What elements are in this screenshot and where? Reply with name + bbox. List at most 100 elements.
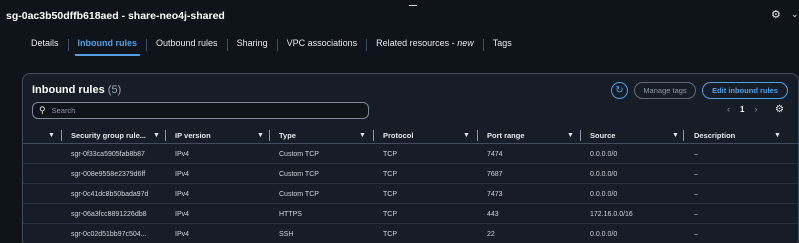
sort-icon[interactable]: ▼ bbox=[257, 132, 264, 139]
column-label: Port range bbox=[487, 130, 525, 140]
port-range-cell: 7687 bbox=[487, 170, 503, 178]
sort-icon[interactable]: ▼ bbox=[672, 132, 679, 139]
search-input[interactable] bbox=[51, 106, 352, 115]
column-divider[interactable] bbox=[580, 130, 581, 141]
gear-icon[interactable]: ⚙ bbox=[771, 10, 781, 21]
description-cell: – bbox=[694, 210, 698, 218]
sort-icon[interactable]: ▼ bbox=[463, 132, 470, 139]
ip-version-cell: IPv4 bbox=[175, 150, 190, 158]
description-cell: – bbox=[694, 170, 698, 178]
column-label: Type bbox=[279, 130, 296, 140]
tab-label: Details bbox=[31, 38, 59, 48]
column-header-rule-id[interactable]: Security group rule... ▼ bbox=[71, 126, 161, 144]
type-cell: SSH bbox=[279, 230, 294, 238]
port-range-cell: 7473 bbox=[487, 190, 503, 198]
rule-id-cell[interactable]: sgr-0f33ca5905fab8b87 bbox=[71, 144, 145, 164]
tab-label: Related resources - bbox=[376, 38, 455, 48]
column-divider[interactable] bbox=[477, 130, 478, 141]
table-row[interactable]: sgr-0f33ca5905fab8b87 IPv4 Custom TCP TC… bbox=[23, 144, 799, 164]
type-cell: Custom TCP bbox=[279, 190, 319, 198]
port-range-cell: 443 bbox=[487, 210, 499, 218]
chevron-down-icon[interactable]: ⌄ bbox=[791, 10, 799, 19]
page-title: sg-0ac3b50dffb618aed - share-neo4j-share… bbox=[6, 10, 225, 22]
rule-id-cell[interactable]: sgr-0c41dc8b50bada97d bbox=[71, 184, 148, 204]
column-divider[interactable] bbox=[683, 130, 684, 141]
gear-icon[interactable]: ⚙ bbox=[775, 104, 784, 115]
column-label: Protocol bbox=[383, 130, 414, 140]
next-page-icon[interactable]: › bbox=[754, 104, 757, 114]
protocol-cell: TCP bbox=[383, 230, 397, 238]
column-label: Security group rule... bbox=[71, 130, 147, 140]
tab-label: VPC associations bbox=[286, 38, 358, 48]
type-cell: Custom TCP bbox=[279, 170, 319, 178]
page-header: sg-0ac3b50dffb618aed - share-neo4j-share… bbox=[0, 0, 799, 32]
tab-vpc-associations[interactable]: VPC associations bbox=[278, 34, 367, 56]
source-cell: 0.0.0.0/0 bbox=[590, 230, 618, 238]
column-header-ip-version[interactable]: IP version ▼ bbox=[175, 126, 267, 144]
description-cell: – bbox=[694, 150, 698, 158]
tab-label: Inbound rules bbox=[77, 38, 138, 48]
sort-icon[interactable]: ▼ bbox=[567, 132, 574, 139]
tab-sharing[interactable]: Sharing bbox=[228, 34, 277, 56]
tab-label: Outbound rules bbox=[156, 38, 218, 48]
description-cell: – bbox=[694, 230, 698, 238]
column-label: Source bbox=[590, 130, 616, 140]
column-header-source[interactable]: Source ▼ bbox=[590, 126, 686, 144]
column-header-description[interactable]: Description ▼ bbox=[694, 126, 789, 144]
sort-icon[interactable]: ▼ bbox=[359, 132, 366, 139]
source-cell: 0.0.0.0/0 bbox=[590, 190, 618, 198]
port-range-cell: 7474 bbox=[487, 150, 503, 158]
rule-count: (5) bbox=[107, 84, 122, 96]
rule-id-cell[interactable]: sgr-06a3fcc8891226db8 bbox=[71, 204, 147, 224]
ip-version-cell: IPv4 bbox=[175, 230, 190, 238]
protocol-cell: TCP bbox=[383, 210, 397, 218]
port-range-cell: 22 bbox=[487, 230, 495, 238]
sort-icon[interactable]: ▼ bbox=[774, 132, 781, 139]
refresh-button[interactable]: ↻ bbox=[611, 82, 628, 99]
table-row[interactable]: sgr-06a3fcc8891226db8 IPv4 HTTPS TCP 443… bbox=[23, 204, 799, 224]
panel-title: Inbound rules (5) bbox=[32, 84, 121, 96]
inbound-rules-panel: Inbound rules (5) ↻ Manage tags Edit inb… bbox=[22, 73, 799, 243]
pagination: ‹ 1 › bbox=[727, 104, 757, 114]
column-divider[interactable] bbox=[165, 130, 166, 141]
tab-inbound-rules[interactable]: Inbound rules bbox=[69, 34, 147, 56]
column-label: IP version bbox=[175, 130, 211, 140]
table-row[interactable]: sgr-008e9558e2379d6ff IPv4 Custom TCP TC… bbox=[23, 164, 799, 184]
tab-tags[interactable]: Tags bbox=[484, 34, 521, 56]
type-cell: HTTPS bbox=[279, 210, 302, 218]
panel-title-text: Inbound rules bbox=[32, 84, 105, 96]
ip-version-cell: IPv4 bbox=[175, 190, 190, 198]
previous-page-icon[interactable]: ‹ bbox=[727, 104, 730, 114]
table-header: ▼ Security group rule... ▼ IP version ▼ … bbox=[23, 126, 799, 144]
column-header-type[interactable]: Type ▼ bbox=[279, 126, 371, 144]
tab-related-resources[interactable]: Related resources - new bbox=[367, 34, 483, 56]
protocol-cell: TCP bbox=[383, 190, 397, 198]
column-divider[interactable] bbox=[61, 130, 62, 141]
rule-id-cell[interactable]: sgr-008e9558e2379d6ff bbox=[71, 164, 145, 184]
source-cell: 172.16.0.0/16 bbox=[590, 210, 633, 218]
current-page[interactable]: 1 bbox=[740, 105, 744, 114]
protocol-cell: TCP bbox=[383, 150, 397, 158]
edit-inbound-rules-button[interactable]: Edit inbound rules bbox=[702, 82, 788, 99]
ip-version-cell: IPv4 bbox=[175, 210, 190, 218]
tab-label: Tags bbox=[492, 38, 512, 48]
new-badge: new bbox=[457, 38, 474, 48]
column-divider[interactable] bbox=[269, 130, 270, 141]
column-label: Description bbox=[694, 130, 736, 140]
table-row[interactable]: sgr-0c41dc8b50bada97d IPv4 Custom TCP TC… bbox=[23, 184, 799, 204]
ip-version-cell: IPv4 bbox=[175, 170, 190, 178]
type-cell: Custom TCP bbox=[279, 150, 319, 158]
column-divider[interactable] bbox=[373, 130, 374, 141]
tab-details[interactable]: Details bbox=[22, 34, 68, 56]
table-row[interactable]: sgr-0c02d51bb97c504... IPv4 SSH TCP 22 0… bbox=[23, 224, 799, 243]
refresh-icon: ↻ bbox=[615, 84, 624, 96]
rule-id-cell[interactable]: sgr-0c02d51bb97c504... bbox=[71, 224, 147, 243]
column-header-port-range[interactable]: Port range ▼ bbox=[487, 126, 579, 144]
source-cell: 0.0.0.0/0 bbox=[590, 150, 618, 158]
sort-icon[interactable]: ▼ bbox=[153, 132, 160, 139]
tab-outbound-rules[interactable]: Outbound rules bbox=[147, 34, 227, 56]
column-header-protocol[interactable]: Protocol ▼ bbox=[383, 126, 475, 144]
source-cell: 0.0.0.0/0 bbox=[590, 170, 618, 178]
description-cell: – bbox=[694, 190, 698, 198]
manage-tags-button[interactable]: Manage tags bbox=[634, 82, 696, 99]
